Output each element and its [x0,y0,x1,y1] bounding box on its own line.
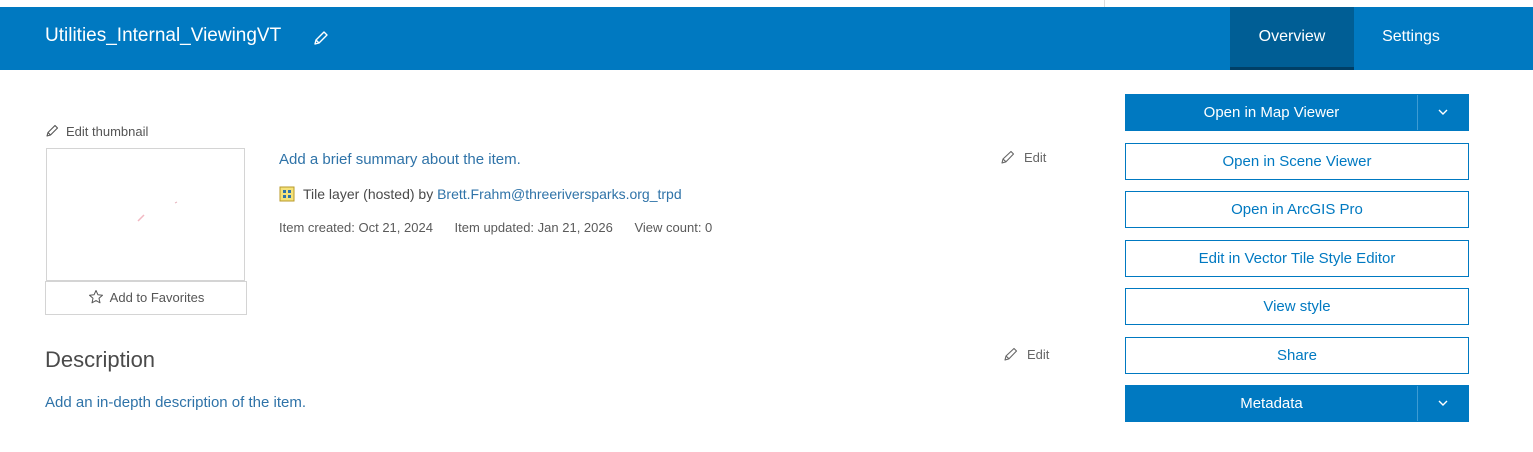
add-to-favorites-button[interactable]: Add to Favorites [45,281,247,315]
view-count: View count: 0 [634,220,713,235]
summary-link[interactable]: Add a brief summary about the item. [279,151,521,168]
open-scene-viewer-button[interactable]: Open in Scene Viewer [1125,143,1469,180]
tab-overview[interactable]: Overview [1230,7,1354,70]
item-type-text: Tile layer (hosted) by [303,186,434,202]
created-date: Item created: Oct 21, 2024 [279,220,433,235]
pencil-icon [1001,150,1015,164]
edit-title-pencil-icon[interactable] [312,29,330,47]
star-icon [88,290,103,304]
chevron-down-icon [1438,109,1448,115]
chevron-down-icon [1438,400,1448,406]
edit-thumbnail-label: Edit thumbnail [66,124,149,139]
description-heading: Description [45,347,156,372]
tab-settings[interactable]: Settings [1354,7,1468,70]
edit-vector-tile-style-button[interactable]: Edit in Vector Tile Style Editor [1125,240,1469,277]
edit-description-label: Edit [1027,347,1050,362]
divider [1104,0,1105,7]
item-type-line: Tile layer (hosted) by Brett.Frahm@three… [279,186,682,205]
metadata-label[interactable]: Metadata [1126,386,1417,421]
item-thumbnail [46,148,245,281]
item-meta: Item created: Oct 21, 2024 Item updated:… [279,220,730,235]
updated-date: Item updated: Jan 21, 2026 [454,220,613,235]
share-button[interactable]: Share [1125,337,1469,374]
tile-layer-icon [279,186,295,205]
description-link[interactable]: Add an in-depth description of the item. [45,394,306,411]
pencil-icon [1004,347,1018,361]
edit-summary-label: Edit [1024,150,1047,165]
open-map-viewer-label[interactable]: Open in Map Viewer [1126,95,1417,130]
top-strip [0,0,1533,7]
edit-thumbnail-link[interactable]: Edit thumbnail [45,123,148,139]
pencil-icon [46,124,59,137]
edit-description-link[interactable]: Edit [1003,346,1049,362]
item-title: Utilities_Internal_ViewingVT [45,25,282,46]
favorites-label: Add to Favorites [109,290,205,305]
metadata-button[interactable]: Metadata [1125,385,1469,422]
metadata-dropdown[interactable] [1417,386,1468,421]
open-arcgis-pro-button[interactable]: Open in ArcGIS Pro [1125,191,1469,228]
owner-link[interactable]: Brett.Frahm@threeriversparks.org_trpd [437,186,682,202]
edit-summary-link[interactable]: Edit [1000,149,1046,165]
map-viewer-dropdown[interactable] [1417,95,1468,130]
item-header: Utilities_Internal_ViewingVT Overview Se… [0,7,1533,70]
open-map-viewer-button[interactable]: Open in Map Viewer [1125,94,1469,131]
view-style-button[interactable]: View style [1125,288,1469,325]
